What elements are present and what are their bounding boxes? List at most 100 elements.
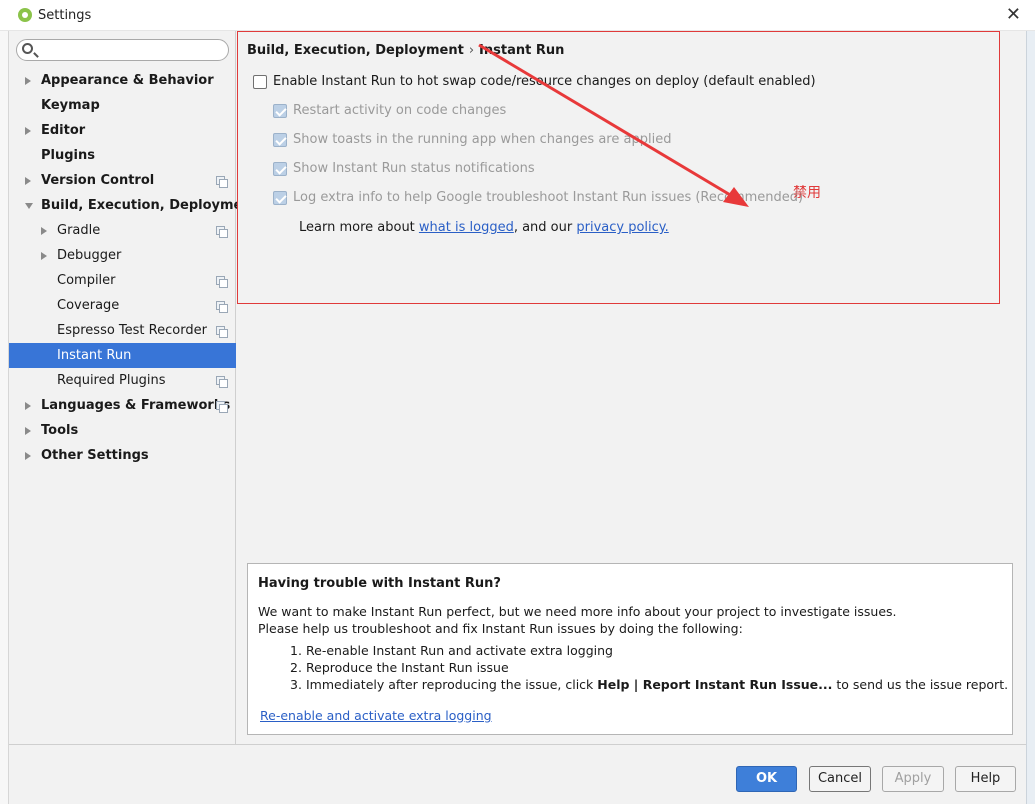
trouble-title: Having trouble with Instant Run?: [258, 576, 501, 591]
step-text-suffix: to send us the issue report.: [832, 677, 1009, 692]
trouble-line-2: Please help us troubleshoot and fix Inst…: [258, 621, 743, 636]
sidebar-item-label: Espresso Test Recorder: [57, 323, 207, 338]
close-icon[interactable]: ✕: [1006, 4, 1021, 25]
search-icon: [22, 43, 33, 54]
project-settings-icon: [216, 301, 228, 313]
step-text: Reproduce the Instant Run issue: [306, 660, 509, 675]
chevron-right-icon[interactable]: [25, 427, 31, 435]
chevron-right-icon[interactable]: [25, 127, 31, 135]
sidebar-item-label: Version Control: [41, 173, 155, 188]
learn-more-text: Learn more about what is logged, and our…: [299, 220, 669, 235]
chevron-right-icon[interactable]: [41, 252, 47, 260]
settings-dialog: Appearance & Behavior Keymap Editor Plugins…: [9, 31, 1026, 804]
step-text: Immediately after reproducing the issue,…: [306, 677, 598, 692]
background-left-strip: [0, 31, 9, 804]
breadcrumb-separator: ›: [468, 43, 475, 58]
enable-instant-run-label[interactable]: Enable Instant Run to hot swap code/reso…: [273, 74, 816, 89]
sidebar-item-coverage[interactable]: Coverage: [9, 293, 236, 318]
sidebar-item-other-settings[interactable]: Other Settings: [9, 443, 236, 468]
log-extra-info-label[interactable]: Log extra info to help Google troublesho…: [293, 190, 803, 205]
sidebar-item-required-plugins[interactable]: Required Plugins: [9, 368, 236, 393]
sidebar-item-label: Compiler: [57, 273, 116, 288]
project-settings-icon: [216, 176, 228, 188]
chevron-right-icon[interactable]: [25, 177, 31, 185]
status-notifications-checkbox[interactable]: [273, 162, 287, 176]
sidebar-item-keymap[interactable]: Keymap: [9, 93, 236, 118]
project-settings-icon: [216, 401, 228, 413]
log-extra-info-checkbox[interactable]: [273, 191, 287, 205]
sidebar-item-version-control[interactable]: Version Control: [9, 168, 236, 193]
reenable-logging-link[interactable]: Re-enable and activate extra logging: [260, 708, 492, 723]
sidebar-item-label: Keymap: [41, 98, 100, 113]
button-bar: OK Cancel Apply Help: [9, 744, 1026, 804]
breadcrumb-current: Instant Run: [479, 43, 565, 58]
trouble-panel: Having trouble with Instant Run? We want…: [247, 563, 1013, 735]
learn-more-prefix: Learn more about: [299, 220, 419, 235]
sidebar-item-compiler[interactable]: Compiler: [9, 268, 236, 293]
what-is-logged-link[interactable]: what is logged: [419, 220, 514, 235]
sidebar-item-languages-frameworks[interactable]: Languages & Frameworks: [9, 393, 236, 418]
sidebar-item-label: Tools: [41, 423, 79, 438]
sidebar: Appearance & Behavior Keymap Editor Plugins…: [9, 31, 258, 744]
sidebar-item-label: Other Settings: [41, 448, 149, 463]
android-studio-icon: [18, 8, 32, 22]
project-settings-icon: [216, 376, 228, 388]
sidebar-item-gradle[interactable]: Gradle: [9, 218, 236, 243]
privacy-policy-link[interactable]: privacy policy.: [576, 220, 668, 235]
enable-instant-run-checkbox[interactable]: [253, 75, 267, 89]
sidebar-item-label: Instant Run: [57, 348, 132, 363]
step-number: 1.: [290, 643, 302, 658]
step-number: 3.: [290, 677, 302, 692]
content-panel: Build, Execution, Deployment › Instant Run…: [237, 31, 1026, 744]
sidebar-item-label: Debugger: [57, 248, 122, 263]
project-settings-icon: [216, 326, 228, 338]
sidebar-item-espresso-test-recorder[interactable]: Espresso Test Recorder: [9, 318, 236, 343]
sidebar-item-appearance-behavior[interactable]: Appearance & Behavior: [9, 68, 236, 93]
sidebar-item-label: Gradle: [57, 223, 101, 238]
search-box[interactable]: [16, 39, 229, 61]
learn-more-middle: , and our: [513, 220, 577, 235]
sidebar-item-label: Build, Execution, Deployment: [41, 198, 258, 213]
status-notifications-label[interactable]: Show Instant Run status notifications: [293, 161, 535, 176]
title-bar: Settings ✕: [0, 0, 1035, 31]
ok-button[interactable]: OK: [736, 766, 797, 792]
cancel-button[interactable]: Cancel: [809, 766, 871, 792]
apply-button[interactable]: Apply: [882, 766, 944, 792]
step-text: Re-enable Instant Run and activate extra…: [306, 643, 613, 658]
sidebar-item-instant-run[interactable]: Instant Run: [9, 343, 236, 368]
sidebar-item-label: Editor: [41, 123, 86, 138]
restart-activity-checkbox[interactable]: [273, 104, 287, 118]
restart-activity-label[interactable]: Restart activity on code changes: [293, 103, 506, 118]
sidebar-item-label: Appearance & Behavior: [41, 73, 214, 88]
chevron-right-icon[interactable]: [41, 227, 47, 235]
chevron-right-icon[interactable]: [25, 452, 31, 460]
annotation-text: 禁用: [793, 185, 821, 201]
sidebar-item-debugger[interactable]: Debugger: [9, 243, 236, 268]
breadcrumb: Build, Execution, Deployment › Instant Run: [247, 43, 564, 58]
search-input[interactable]: [39, 42, 224, 58]
sidebar-item-tools[interactable]: Tools: [9, 418, 236, 443]
trouble-step-3: 3. Immediately after reproducing the issu…: [290, 676, 1008, 693]
sidebar-item-build-execution-deployment[interactable]: Build, Execution, Deployment: [9, 193, 258, 218]
help-button[interactable]: Help: [955, 766, 1016, 792]
trouble-steps: 1. Re-enable Instant Run and activate ext…: [290, 642, 1008, 693]
chevron-down-icon[interactable]: [25, 203, 33, 209]
show-toasts-label[interactable]: Show toasts in the running app when chan…: [293, 132, 671, 147]
show-toasts-checkbox[interactable]: [273, 133, 287, 147]
sidebar-item-plugins[interactable]: Plugins: [9, 143, 236, 168]
background-right-strip: [1026, 31, 1035, 804]
sidebar-item-editor[interactable]: Editor: [9, 118, 236, 143]
trouble-step-2: 2. Reproduce the Instant Run issue: [290, 659, 1008, 676]
sidebar-item-label: Plugins: [41, 148, 95, 163]
report-issue-menu-path: Help | Report Instant Run Issue...: [597, 677, 833, 692]
project-settings-icon: [216, 226, 228, 238]
breadcrumb-parent: Build, Execution, Deployment: [247, 43, 464, 58]
settings-tree: Appearance & Behavior Keymap Editor Plugins…: [9, 68, 258, 468]
chevron-right-icon[interactable]: [25, 402, 31, 410]
trouble-line-1: We want to make Instant Run perfect, but…: [258, 604, 897, 619]
sidebar-item-label: Required Plugins: [57, 373, 166, 388]
window-title: Settings: [38, 8, 92, 23]
sidebar-item-label: Languages & Frameworks: [41, 398, 231, 413]
trouble-step-1: 1. Re-enable Instant Run and activate ext…: [290, 642, 1008, 659]
chevron-right-icon[interactable]: [25, 77, 31, 85]
